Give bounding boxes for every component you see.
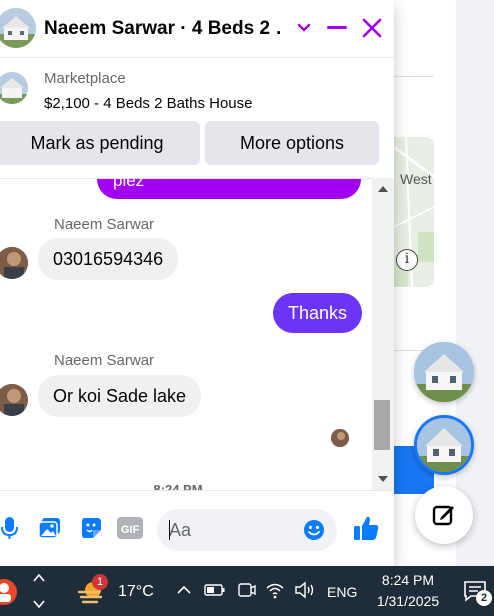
wifi-icon[interactable] [264, 580, 286, 600]
meet-now-icon[interactable] [236, 580, 258, 600]
chat-header: Naeem Sarwar · 4 Beds 2 … [0, 0, 394, 58]
clock[interactable]: 8:24 PM 1/31/2025 [368, 570, 448, 612]
info-icon[interactable]: i [396, 249, 418, 271]
notification-badge: 2 [476, 590, 492, 606]
chevron-down-icon[interactable] [290, 14, 318, 42]
taskbar: 1 17°C ENG 8:24 PM 1/31/2025 2 [0, 566, 494, 616]
time-separator: 8:24 PM [153, 482, 203, 490]
sender-name: Naeem Sarwar [54, 352, 155, 369]
message-thread[interactable]: plez Naeem Sarwar 03016594346 Thanks Nae… [0, 178, 372, 490]
taskbar-overflow[interactable] [30, 568, 48, 614]
map-preview[interactable]: West i [394, 137, 434, 287]
app-icon[interactable] [0, 576, 18, 606]
marketplace-label: Marketplace [44, 70, 126, 87]
chevron-up-icon[interactable] [174, 580, 194, 600]
temperature[interactable]: 17°C [118, 583, 154, 601]
chat-window: Naeem Sarwar · 4 Beds 2 … Marketplace $2… [0, 0, 394, 566]
listing-thumbnail [0, 72, 28, 104]
close-icon[interactable] [358, 14, 386, 42]
chat-head-avatar-active[interactable] [414, 415, 474, 475]
compose-icon [432, 505, 454, 526]
avatar[interactable] [0, 384, 28, 416]
sticker-icon[interactable] [78, 515, 104, 541]
scrollbar-thumb[interactable] [374, 400, 390, 450]
new-message-button[interactable] [415, 486, 473, 544]
clock-time: 8:24 PM [381, 572, 435, 588]
more-options-button[interactable]: More options [205, 121, 379, 165]
outgoing-message: plez [97, 179, 361, 199]
background-divider [394, 76, 434, 77]
gif-icon[interactable]: GIF [116, 515, 144, 541]
listing-avatar[interactable] [0, 8, 36, 48]
chat-title[interactable]: Naeem Sarwar · 4 Beds 2 … [44, 18, 282, 40]
incoming-message: Or koi Sade lake [38, 375, 202, 417]
marketplace-listing[interactable]: Marketplace $2,100 - 4 Beds 2 Baths Hous… [0, 60, 394, 116]
chat-head-avatar[interactable] [414, 342, 474, 402]
mark-as-pending-button[interactable]: Mark as pending [0, 121, 200, 165]
listing-title: $2,100 - 4 Beds 2 Baths House [44, 95, 253, 112]
notification-icon[interactable]: 2 [460, 576, 492, 606]
map-label: West [400, 171, 432, 187]
text-caret [169, 520, 170, 540]
thumbs-up-icon[interactable] [350, 513, 382, 543]
battery-icon[interactable] [204, 580, 226, 600]
photo-icon[interactable] [37, 515, 63, 541]
message-composer: GIF [0, 490, 394, 566]
weather-icon[interactable]: 1 [74, 574, 110, 608]
scroll-down-arrow-icon[interactable] [378, 476, 388, 482]
avatar[interactable] [0, 247, 28, 279]
incoming-message: 03016594346 [38, 238, 179, 280]
volume-icon[interactable] [293, 580, 317, 600]
sender-name: Naeem Sarwar [54, 216, 155, 233]
gif-label: GIF [121, 524, 140, 536]
clock-date: 1/31/2025 [376, 593, 440, 609]
scroll-up-arrow-icon[interactable] [378, 186, 388, 192]
minimize-icon[interactable] [323, 14, 351, 42]
weather-badge: 1 [92, 574, 108, 590]
emoji-icon[interactable] [302, 518, 326, 542]
scrollbar[interactable] [372, 178, 394, 490]
microphone-icon[interactable] [0, 515, 22, 541]
seen-avatar [331, 429, 349, 447]
language-indicator[interactable]: ENG [327, 584, 357, 600]
outgoing-message: Thanks [273, 293, 363, 333]
